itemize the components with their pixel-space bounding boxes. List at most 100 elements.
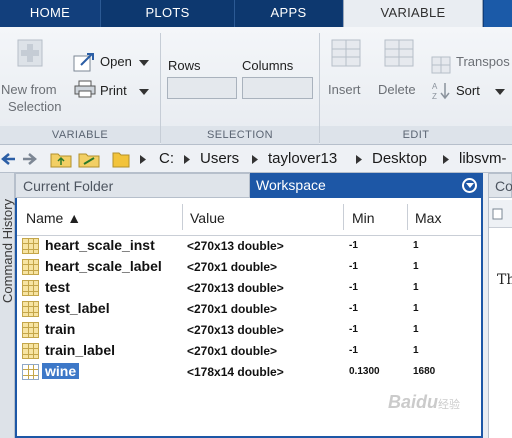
command-window-label: Co <box>495 178 512 194</box>
variable-name: train <box>45 321 76 337</box>
variable-matrix-icon <box>22 280 39 296</box>
folder-icon <box>112 152 130 168</box>
variable-name: train_label <box>45 342 116 358</box>
table-row[interactable]: heart_scale_inst <270x13 double> -1 1 <box>17 236 481 257</box>
variable-name: test_label <box>45 300 110 316</box>
chevron-right-icon <box>184 155 190 164</box>
variable-max: 1 <box>413 261 419 272</box>
variable-matrix-icon <box>22 238 39 254</box>
path-segment-libsvm[interactable]: libsvm- <box>459 150 507 167</box>
variable-matrix-icon <box>22 343 39 359</box>
variable-min: -1 <box>349 345 358 356</box>
columns-label: Columns <box>242 58 294 73</box>
column-header-name[interactable]: Name ▲ <box>26 210 81 226</box>
path-segment-users[interactable]: Users <box>200 150 239 167</box>
variable-min: -1 <box>349 261 358 272</box>
tab-workspace[interactable]: Workspace <box>250 173 483 198</box>
svg-text:Z: Z <box>432 92 437 100</box>
forward-arrow-icon[interactable] <box>22 152 38 166</box>
tab-apps[interactable]: APPS <box>234 0 342 27</box>
browse-folder-icon[interactable] <box>78 150 100 168</box>
variable-value: <178x14 double> <box>187 365 284 379</box>
rows-input[interactable] <box>167 77 237 99</box>
new-from-label-2: Selection <box>8 99 62 114</box>
variable-value: <270x1 double> <box>187 260 278 274</box>
column-header-value[interactable]: Value <box>190 210 225 226</box>
current-folder-address-bar: C: Users taylover13 Desktop libsvm- <box>0 145 512 173</box>
path-segment-drive[interactable]: C: <box>159 150 174 167</box>
variable-matrix-icon <box>22 364 39 380</box>
table-row[interactable]: train <270x13 double> -1 1 <box>17 320 481 341</box>
tab-plots[interactable]: PLOTS <box>100 0 234 27</box>
command-window-text: Th <box>497 272 512 288</box>
watermark-sub: 经验 <box>438 399 461 411</box>
rows-label: Rows <box>168 58 201 73</box>
variable-value: <270x1 double> <box>187 344 278 358</box>
variable-min: -1 <box>349 324 358 335</box>
tab-command-window[interactable]: Co <box>488 173 512 198</box>
variable-name: heart_scale_label <box>45 258 162 274</box>
chevron-down-icon <box>139 89 149 95</box>
open-label: Open <box>100 54 132 69</box>
command-history-tab[interactable]: Command History <box>0 173 15 438</box>
variable-value: <270x13 double> <box>187 323 284 337</box>
insert-rows-icon <box>331 39 361 67</box>
section-label-edit: EDIT <box>320 126 512 144</box>
sort-label: Sort <box>456 83 480 98</box>
column-divider[interactable] <box>343 204 344 230</box>
new-variable-icon <box>17 39 43 67</box>
delete-label: Delete <box>378 82 416 97</box>
tab-home[interactable]: HOME <box>0 0 100 27</box>
table-row[interactable]: heart_scale_label <270x1 double> -1 1 <box>17 257 481 278</box>
back-arrow-icon[interactable] <box>0 152 16 166</box>
variable-max: 1 <box>413 303 419 314</box>
workspace-actions-icon[interactable] <box>462 178 477 193</box>
variable-value: <270x13 double> <box>187 239 284 253</box>
document-icon <box>492 208 503 220</box>
variable-matrix-icon <box>22 322 39 338</box>
print-label: Print <box>100 83 127 98</box>
table-row[interactable]: train_label <270x1 double> -1 1 <box>17 341 481 362</box>
workspace-table-header: Name ▲ Value Min Max <box>17 198 481 236</box>
variable-max: 1 <box>413 240 419 251</box>
tab-strip-extra <box>484 0 512 27</box>
variable-name: heart_scale_inst <box>45 237 155 253</box>
variable-max: 1 <box>413 324 419 335</box>
table-row[interactable]: test_label <270x1 double> -1 1 <box>17 299 481 320</box>
variable-max: 1 <box>413 282 419 293</box>
svg-text:A: A <box>432 82 438 91</box>
variable-matrix-icon <box>22 301 39 317</box>
variable-name: test <box>45 279 70 295</box>
chevron-down-icon <box>495 89 505 95</box>
tab-current-folder[interactable]: Current Folder <box>15 173 250 198</box>
workspace-label: Workspace <box>256 177 326 193</box>
chevron-down-icon <box>139 60 149 66</box>
open-icon <box>73 53 94 72</box>
variable-matrix-icon <box>22 259 39 275</box>
delete-rows-icon <box>384 39 414 67</box>
path-segment-user[interactable]: taylover13 <box>268 150 337 167</box>
watermark-brand-2: du <box>416 392 439 412</box>
ribbon-toolbar: New from Selection Open Print Rows Colum… <box>0 27 512 145</box>
column-header-max[interactable]: Max <box>415 210 441 226</box>
command-window-panel[interactable]: Th <box>488 198 512 438</box>
table-row[interactable]: test <270x13 double> -1 1 <box>17 278 481 299</box>
column-divider[interactable] <box>407 204 408 230</box>
variable-value: <270x13 double> <box>187 281 284 295</box>
ribbon-tab-strip: HOME PLOTS APPS VARIABLE <box>0 0 512 27</box>
section-label-selection: SELECTION <box>161 126 319 144</box>
up-folder-icon[interactable] <box>50 150 72 168</box>
table-row-selected[interactable]: wine <178x14 double> 0.1300 1680 <box>17 362 481 383</box>
command-window-toolbar <box>489 200 512 228</box>
columns-input[interactable] <box>242 77 313 99</box>
column-divider[interactable] <box>182 204 183 230</box>
command-history-label: Command History <box>0 198 15 303</box>
chevron-right-icon <box>252 155 258 164</box>
column-header-min[interactable]: Min <box>352 210 375 226</box>
transpose-icon <box>431 56 451 74</box>
variable-min: -1 <box>349 240 358 251</box>
path-segment-desktop[interactable]: Desktop <box>372 150 427 167</box>
variable-value: <270x1 double> <box>187 302 278 316</box>
tab-variable[interactable]: VARIABLE <box>343 0 483 27</box>
variable-min: 0.1300 <box>349 366 380 377</box>
